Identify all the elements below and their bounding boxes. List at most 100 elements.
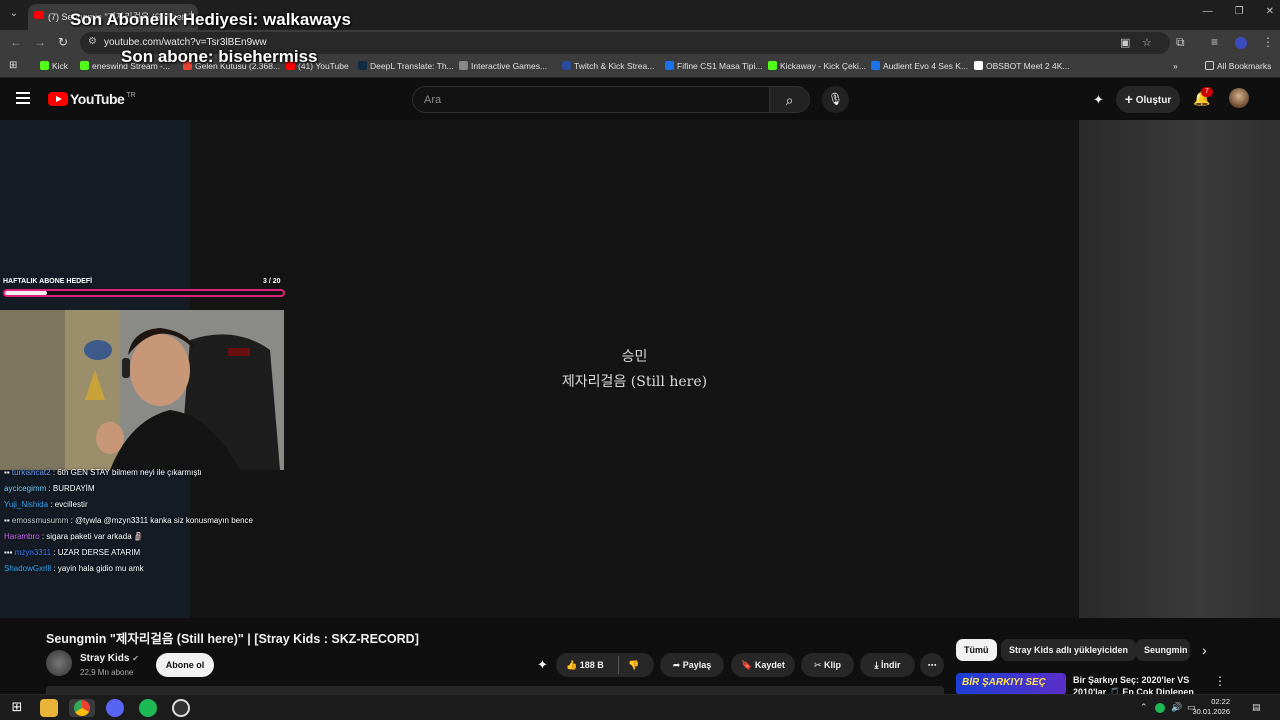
lyric-artist: 승민 — [621, 349, 648, 365]
recommendation-menu-icon[interactable]: ⋮ — [1214, 674, 1226, 688]
webcam-feed — [0, 310, 284, 470]
description-box[interactable] — [46, 686, 944, 694]
gemini-icon[interactable]: ✦ — [1093, 92, 1104, 108]
youtube-favicon-icon — [34, 11, 44, 19]
share-icon: ➦ — [672, 660, 681, 670]
thumbs-down-icon: 👎 — [628, 660, 640, 670]
profile-icon[interactable] — [1235, 37, 1247, 49]
close-icon[interactable]: ✕ — [1266, 6, 1274, 17]
sub-goal-progress-fill — [5, 291, 47, 295]
obs-icon[interactable] — [172, 699, 190, 717]
chip-all[interactable]: Tümü — [956, 639, 997, 661]
sub-goal-label: HAFTALIK ABONE HEDEFİ — [3, 278, 93, 285]
like-divider — [618, 656, 619, 674]
bookmark-kickaway[interactable]: Kickaway - Kick Çeki... — [768, 61, 866, 71]
chat-message: ▪▪▪ mzyn3311 : UZAR DERSE ATARIM — [4, 548, 141, 557]
reload-icon[interactable]: ↻ — [58, 35, 68, 49]
recommendation-title[interactable]: Bir Şarkıyı Seç: 2020'ler VS 2010'lar 🎵 … — [1073, 674, 1203, 696]
video-title: Seungmin "제자리걸음 (Still here)" | [Stray K… — [46, 632, 419, 646]
webcam-image — [0, 310, 284, 470]
chat-message: ShadowGxrlll : yayin hala gidio mu amk — [4, 564, 144, 573]
bookmark-interactive-games[interactable]: Interactive Games... — [459, 61, 547, 71]
recommendation-thumbnail[interactable]: BİR ŞARKIYI SEÇ — [956, 673, 1066, 695]
hamburger-menu-icon[interactable] — [16, 92, 30, 104]
file-explorer-icon[interactable] — [40, 699, 58, 717]
plus-icon: + — [1124, 91, 1133, 107]
apps-icon[interactable]: ⊞ — [9, 60, 17, 71]
media-icon[interactable]: ≡ — [1211, 35, 1218, 49]
chrome-active-icon[interactable] — [69, 699, 95, 717]
maximize-icon[interactable]: ❐ — [1235, 6, 1244, 17]
gift-sub-overlay: Son Abonelik Hediyesi: walkaways — [70, 10, 351, 29]
ask-ai-icon[interactable]: ✦ — [537, 657, 548, 673]
bookmark-audient[interactable]: Audient Evo 4 Ses K... — [871, 61, 968, 71]
cast-icon[interactable]: ▣ — [1120, 36, 1130, 49]
video-player[interactable]: 승민 제자리걸음 (Still here) — [190, 120, 1079, 618]
tray-spotify-icon[interactable] — [1155, 703, 1165, 713]
player-right-ambient — [1079, 120, 1280, 618]
forward-icon[interactable]: → — [34, 35, 46, 49]
scissors-icon: ✂ — [813, 660, 822, 670]
youtube-header: YouTube TR Ara ⌕ 🎙 ✦ + Oluştur 🔔 7 — [0, 78, 1280, 120]
chips-next-icon[interactable]: › — [1202, 642, 1207, 658]
like-button[interactable]: 👍 188 B — [566, 653, 604, 677]
share-button[interactable]: ➦ Paylaş — [660, 653, 724, 677]
clip-button[interactable]: ✂ Klip — [801, 653, 854, 677]
bookmark-obsbot[interactable]: OBSBOT Meet 2 4K... — [974, 61, 1069, 71]
minimize-icon[interactable]: — — [1203, 6, 1213, 17]
download-button[interactable]: ⤓ İndir — [860, 653, 915, 677]
system-clock[interactable]: 02:22 30.01.2026 — [1192, 697, 1230, 717]
bookmark-icon: 🔖 — [741, 660, 753, 670]
bookmark-twitch-kick[interactable]: Twitch & Kick Strea... — [562, 61, 654, 71]
bookmark-fifine[interactable]: Fifine CS1 Masa Tipi... — [665, 61, 763, 71]
site-info-icon[interactable]: ⚙ — [88, 36, 97, 47]
tray-overflow-icon[interactable]: ⌃ — [1140, 702, 1148, 713]
search-button[interactable]: ⌕ — [770, 86, 810, 113]
chat-badge-icon: ▪▪ — [4, 516, 12, 525]
chip-seungmin[interactable]: Seungmin — [1136, 639, 1190, 661]
bookmark-deepl[interactable]: DeepL Translate: Th... — [358, 61, 454, 71]
youtube-play-icon — [48, 92, 68, 106]
search-icon: ⌕ — [785, 92, 794, 108]
save-button[interactable]: 🔖 Kaydet — [731, 653, 795, 677]
back-icon[interactable]: ← — [10, 35, 22, 49]
chat-badge-icon: ▪▪ — [4, 468, 12, 477]
verified-icon: ✔ — [132, 654, 139, 663]
search-input[interactable]: Ara — [412, 86, 770, 113]
last-sub-overlay: Son abone: bisehermiss — [121, 47, 318, 66]
chat-message: ▪▪ emossmusumm : @tywla @mzyn3311 kanka … — [4, 516, 253, 525]
create-button[interactable]: + Oluştur — [1116, 86, 1180, 113]
window-controls: — ❐ ✕ — [1203, 6, 1274, 17]
spotify-icon[interactable] — [139, 699, 157, 717]
all-bookmarks[interactable]: All Bookmarks — [1205, 61, 1271, 71]
windows-taskbar: ⊞ ⌃ 🔊 ▭ 02:22 30.01.2026 ▤ — [0, 694, 1280, 720]
thumbs-up-icon: 👍 — [566, 660, 578, 670]
youtube-logo[interactable]: YouTube TR — [48, 91, 136, 107]
subscribe-button[interactable]: Abone ol — [156, 653, 214, 677]
windows-start-icon[interactable]: ⊞ — [8, 699, 26, 717]
account-avatar[interactable] — [1229, 88, 1249, 108]
channel-name[interactable]: Stray Kids ✔ — [80, 653, 139, 664]
subscriber-count: 22,9 Mn abone — [80, 668, 134, 677]
discord-icon[interactable] — [106, 699, 124, 717]
channel-avatar[interactable] — [46, 650, 72, 676]
bookmarks-overflow-icon[interactable]: » — [1173, 61, 1178, 71]
voice-search-icon[interactable]: 🎙 — [822, 86, 849, 113]
chat-message: Yuji_Nishida : evcillestir — [4, 500, 88, 509]
chat-message: Harambro : sigara paketi var arkada 🗿 — [4, 532, 144, 541]
chat-message: aycicegimm : BURDAYİM — [4, 484, 95, 493]
menu-icon[interactable]: ⋮ — [1262, 35, 1274, 49]
more-actions-icon[interactable]: ⋯ — [920, 653, 944, 677]
extensions-icon[interactable]: ⧉ — [1176, 35, 1185, 50]
chip-from-uploader[interactable]: Stray Kids adlı yükleyiciden — [1001, 639, 1137, 661]
sub-goal-count: 3 / 20 — [263, 278, 281, 285]
like-dislike-group: 👍 188 B 👎 — [556, 653, 654, 677]
volume-icon[interactable]: 🔊 — [1171, 702, 1182, 713]
tab-search-icon[interactable]: ⌄ — [6, 6, 22, 22]
dislike-button[interactable]: 👎 — [628, 653, 639, 677]
bookmark-star-icon[interactable]: ☆ — [1142, 36, 1152, 49]
lyric-song-title: 제자리걸음 (Still here) — [561, 374, 708, 390]
notification-center-icon[interactable]: ▤ — [1252, 702, 1261, 713]
chat-message: ▪▪ turkishcat2 : 6th GEN STAY bilmem ney… — [4, 468, 202, 477]
bookmark-kick[interactable]: Kick — [40, 61, 68, 71]
